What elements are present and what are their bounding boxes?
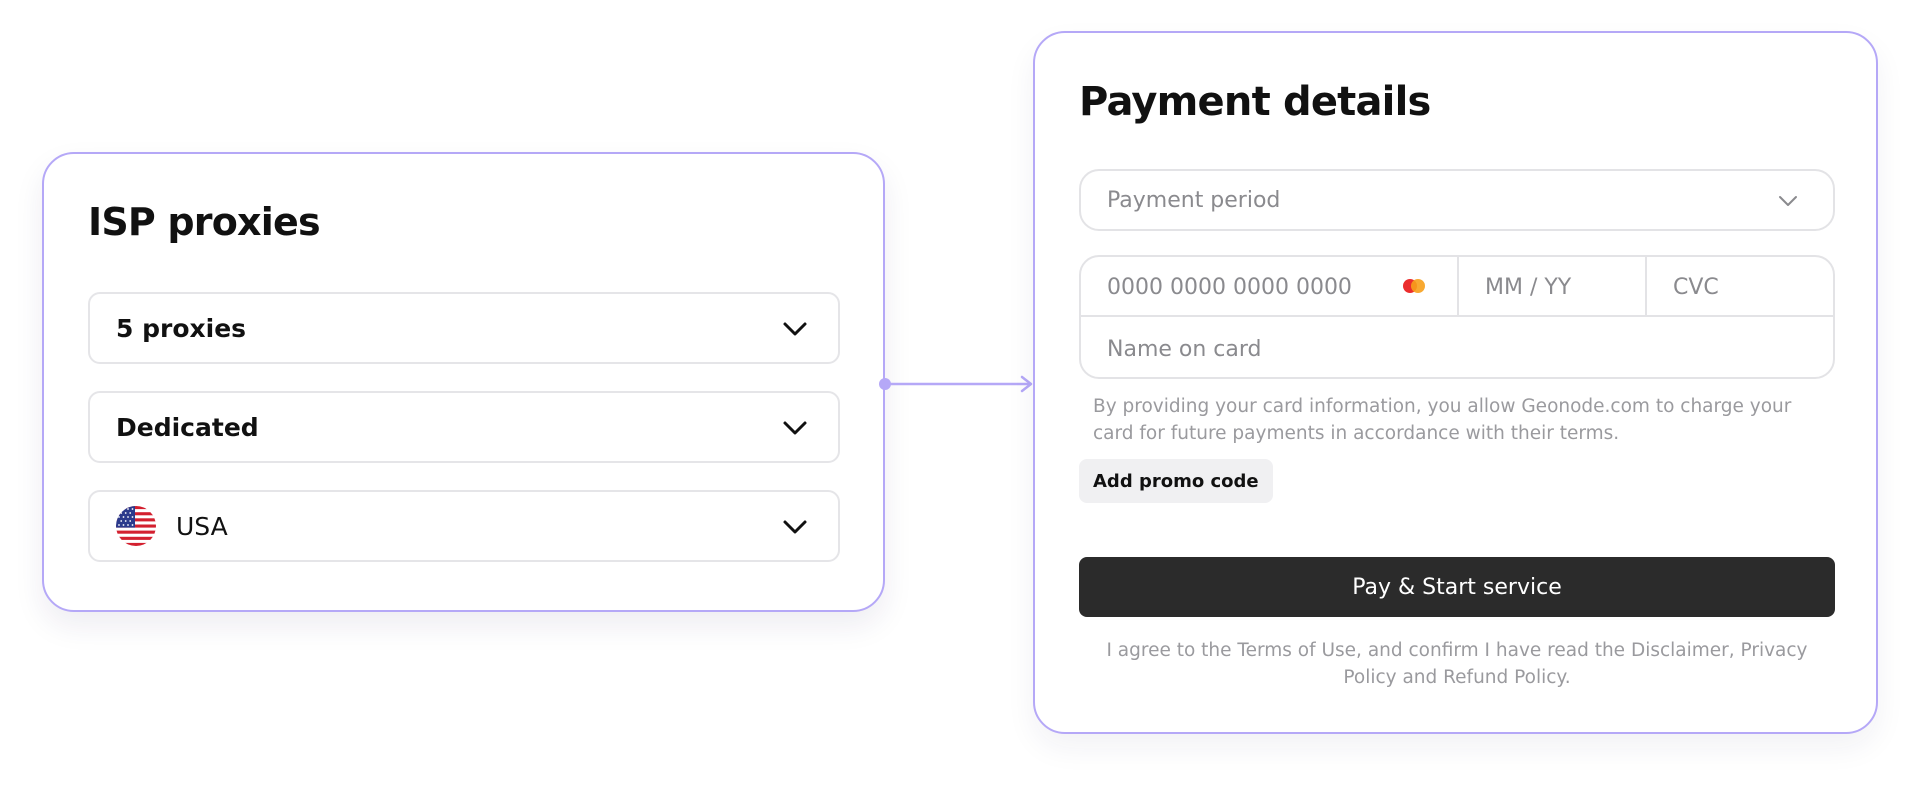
chevron-down-icon bbox=[1779, 196, 1797, 206]
name-on-card-field[interactable] bbox=[1107, 319, 1807, 377]
terms-agreement-text: I agree to the Terms of Use, and confirm… bbox=[1106, 640, 1808, 688]
card-details-group bbox=[1079, 255, 1835, 379]
card-expiry-input[interactable] bbox=[1485, 274, 1617, 300]
proxy-type-value: Dedicated bbox=[116, 412, 259, 442]
card-row bbox=[1081, 257, 1833, 317]
card-expiry-field[interactable] bbox=[1457, 257, 1617, 317]
country-select[interactable]: USA bbox=[88, 490, 840, 562]
card-cvc-field[interactable] bbox=[1645, 257, 1811, 317]
proxy-quantity-select[interactable]: 5 proxies bbox=[88, 292, 840, 364]
mastercard-icon bbox=[1403, 279, 1425, 293]
chevron-down-icon bbox=[783, 322, 807, 336]
card-number-field[interactable] bbox=[1107, 257, 1407, 317]
proxy-quantity-value: 5 proxies bbox=[116, 313, 247, 343]
chevron-down-icon bbox=[783, 520, 807, 534]
chevron-down-icon bbox=[783, 421, 807, 435]
card-number-input[interactable] bbox=[1107, 274, 1407, 300]
add-promo-code-button[interactable]: Add promo code bbox=[1079, 459, 1273, 503]
page: ISP proxies 5 proxies Dedicated USA Paym… bbox=[0, 0, 1920, 785]
proxy-type-select[interactable]: Dedicated bbox=[88, 391, 840, 463]
card-consent-text: By providing your card information, you … bbox=[1093, 396, 1792, 444]
country-value: USA bbox=[176, 511, 228, 541]
payment-details-card: Payment details Payment period 0000 0000… bbox=[1033, 31, 1878, 734]
isp-proxies-card: ISP proxies 5 proxies Dedicated USA bbox=[42, 152, 885, 612]
us-flag-icon bbox=[116, 506, 156, 546]
payment-period-select[interactable]: Payment period bbox=[1079, 169, 1835, 231]
card-cvc-input[interactable] bbox=[1673, 274, 1811, 300]
isp-title: ISP proxies bbox=[88, 200, 321, 244]
pay-start-service-button[interactable]: Pay & Start service bbox=[1079, 557, 1835, 617]
payment-title: Payment details bbox=[1079, 79, 1431, 125]
name-on-card-input[interactable] bbox=[1107, 336, 1807, 362]
flow-arrow-icon bbox=[879, 375, 1033, 393]
payment-period-placeholder: Payment period bbox=[1107, 187, 1281, 213]
